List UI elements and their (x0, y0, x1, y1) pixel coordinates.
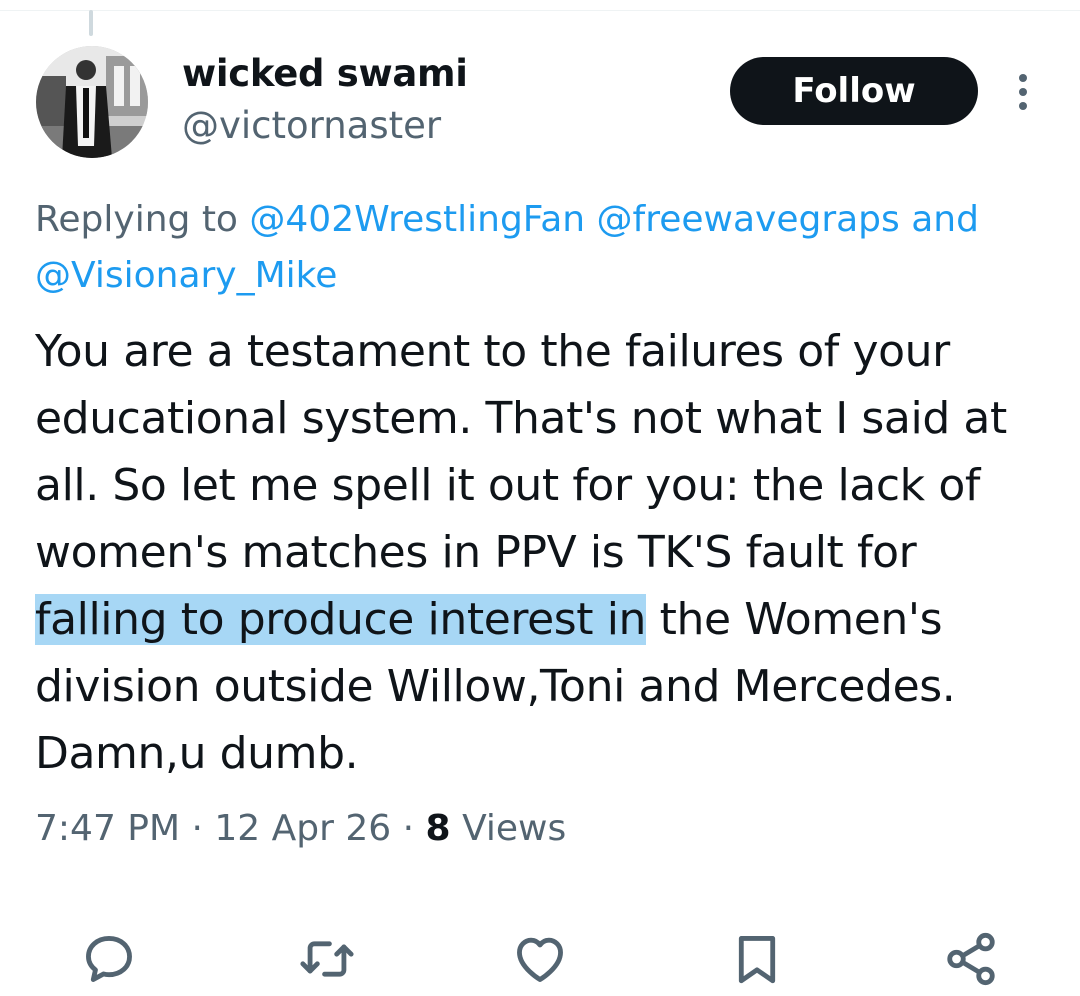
mention-link[interactable]: @Visionary_Mike (35, 255, 337, 296)
separator: · (391, 808, 426, 849)
user-handle[interactable]: @victornaster (182, 104, 441, 147)
more-options-icon[interactable] (1008, 72, 1038, 112)
mention-conjunction[interactable]: and (900, 199, 979, 240)
tweet-text-highlight: falling to produce interest in (35, 594, 647, 645)
replying-to: Replying to @402WrestlingFan @freewavegr… (35, 192, 1055, 304)
bookmark-icon[interactable] (728, 930, 786, 988)
separator: · (180, 808, 215, 849)
avatar[interactable] (36, 46, 148, 158)
retweet-icon[interactable] (298, 930, 356, 988)
reply-icon[interactable] (80, 930, 138, 988)
tweet-text: You are a testament to the failures of y… (35, 318, 1055, 787)
mention-link[interactable]: @402WrestlingFan (249, 199, 585, 240)
mention-link[interactable]: @freewavegraps (597, 199, 900, 240)
share-icon[interactable] (942, 930, 1000, 988)
tweet-date[interactable]: 12 Apr 26 (214, 808, 391, 849)
replying-to-prefix: Replying to (35, 199, 250, 240)
thread-connector-line (89, 10, 93, 36)
views-count: 8 (425, 808, 451, 849)
follow-button[interactable]: Follow (730, 57, 978, 125)
divider (0, 10, 1080, 11)
like-icon[interactable] (511, 930, 569, 988)
tweet-text-part: You are a testament to the failures of y… (35, 326, 1021, 578)
tweet-detail: wicked swami @victornaster Follow Replyi… (0, 0, 1080, 996)
tweet-time[interactable]: 7:47 PM (35, 808, 180, 849)
views-label: Views (462, 808, 567, 849)
display-name[interactable]: wicked swami (182, 52, 468, 95)
tweet-meta: 7:47 PM · 12 Apr 26 · 8 Views (35, 808, 566, 849)
action-bar (0, 930, 1080, 990)
